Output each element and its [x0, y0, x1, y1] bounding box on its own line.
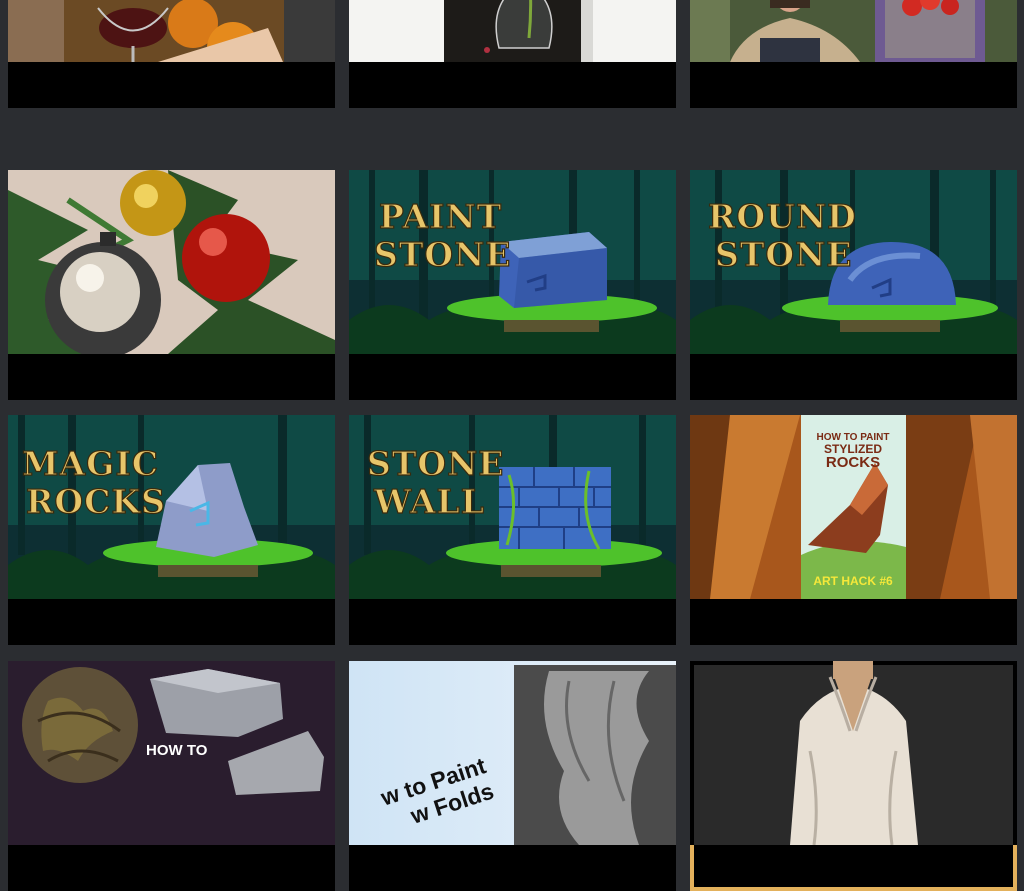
video-card-5[interactable]: PAINT STONE [349, 170, 676, 400]
video-caption-area [8, 62, 335, 108]
video-caption-area [690, 354, 1017, 400]
video-thumbnail[interactable] [690, 661, 1017, 845]
video-title-line-2: STONE [715, 235, 852, 274]
video-title-line-2: ROCKS [26, 482, 166, 521]
video-caption-area [690, 62, 1017, 108]
video-card-12[interactable] [690, 661, 1017, 891]
video-card-4[interactable] [8, 170, 335, 400]
video-title-line-1: STONE [367, 444, 504, 483]
video-caption-area [349, 599, 676, 645]
artist-studio-image [690, 0, 1017, 62]
video-caption-area [349, 62, 676, 108]
drapery-folds-image: w to Paint w Folds [349, 661, 676, 845]
video-thumbnail[interactable]: ROUND STONE [690, 170, 1017, 354]
still-life-painting-image [8, 0, 335, 62]
video-thumbnail[interactable]: MAGIC ROCKS [8, 415, 335, 599]
video-caption-area [690, 845, 1017, 891]
video-card-1[interactable] [8, 0, 335, 108]
stylized-rocks-book-image: HOW TO PAINT STYLIZED ROCKS ART HACK #6 [690, 415, 1017, 599]
video-card-8[interactable]: STONE WALL [349, 415, 676, 645]
video-thumbnail[interactable] [8, 0, 335, 62]
video-thumbnail[interactable]: HOW TO [8, 661, 335, 845]
vase-painting-image [349, 0, 676, 62]
video-thumbnail[interactable]: STONE WALL [349, 415, 676, 599]
video-title-line-1: ROUND [708, 197, 857, 236]
ornaments-painting-image [8, 170, 335, 354]
video-title-line-1: PAINT [379, 197, 502, 236]
video-label-text: HOW TO [146, 742, 208, 759]
paint-stone-image: PAINT STONE [349, 170, 676, 354]
video-thumbnail[interactable] [349, 0, 676, 62]
white-shirt-figure-image [690, 661, 1017, 845]
book-title-line-3: ROCKS [826, 454, 880, 471]
video-card-10[interactable]: HOW TO [8, 661, 335, 891]
video-card-9[interactable]: HOW TO PAINT STYLIZED ROCKS ART HACK #6 [690, 415, 1017, 645]
magic-rocks-image: MAGIC ROCKS [8, 415, 335, 599]
video-caption-area [8, 845, 335, 891]
video-card-6[interactable]: ROUND STONE [690, 170, 1017, 400]
video-thumbnail[interactable]: w to Paint w Folds [349, 661, 676, 845]
video-card-7[interactable]: MAGIC ROCKS [8, 415, 335, 645]
round-stone-image: ROUND STONE [690, 170, 1017, 354]
video-title-line-2: WALL [373, 482, 485, 521]
video-caption-area [690, 599, 1017, 645]
video-caption-area [349, 845, 676, 891]
video-thumbnail[interactable]: PAINT STONE [349, 170, 676, 354]
video-caption-area [8, 354, 335, 400]
stone-wall-image: STONE WALL [349, 415, 676, 599]
video-card-3[interactable] [690, 0, 1017, 108]
video-thumbnail[interactable] [690, 0, 1017, 62]
video-title-line-2: STONE [374, 235, 511, 274]
video-caption-area [349, 354, 676, 400]
stones-textures-image: HOW TO [8, 661, 335, 845]
video-title-line-1: MAGIC [22, 444, 159, 483]
video-card-2[interactable] [349, 0, 676, 108]
video-thumbnail[interactable]: HOW TO PAINT STYLIZED ROCKS ART HACK #6 [690, 415, 1017, 599]
video-thumbnail[interactable] [8, 170, 335, 354]
book-footer-text: ART HACK #6 [813, 574, 893, 588]
video-caption-area [8, 599, 335, 645]
video-card-11[interactable]: w to Paint w Folds [349, 661, 676, 891]
